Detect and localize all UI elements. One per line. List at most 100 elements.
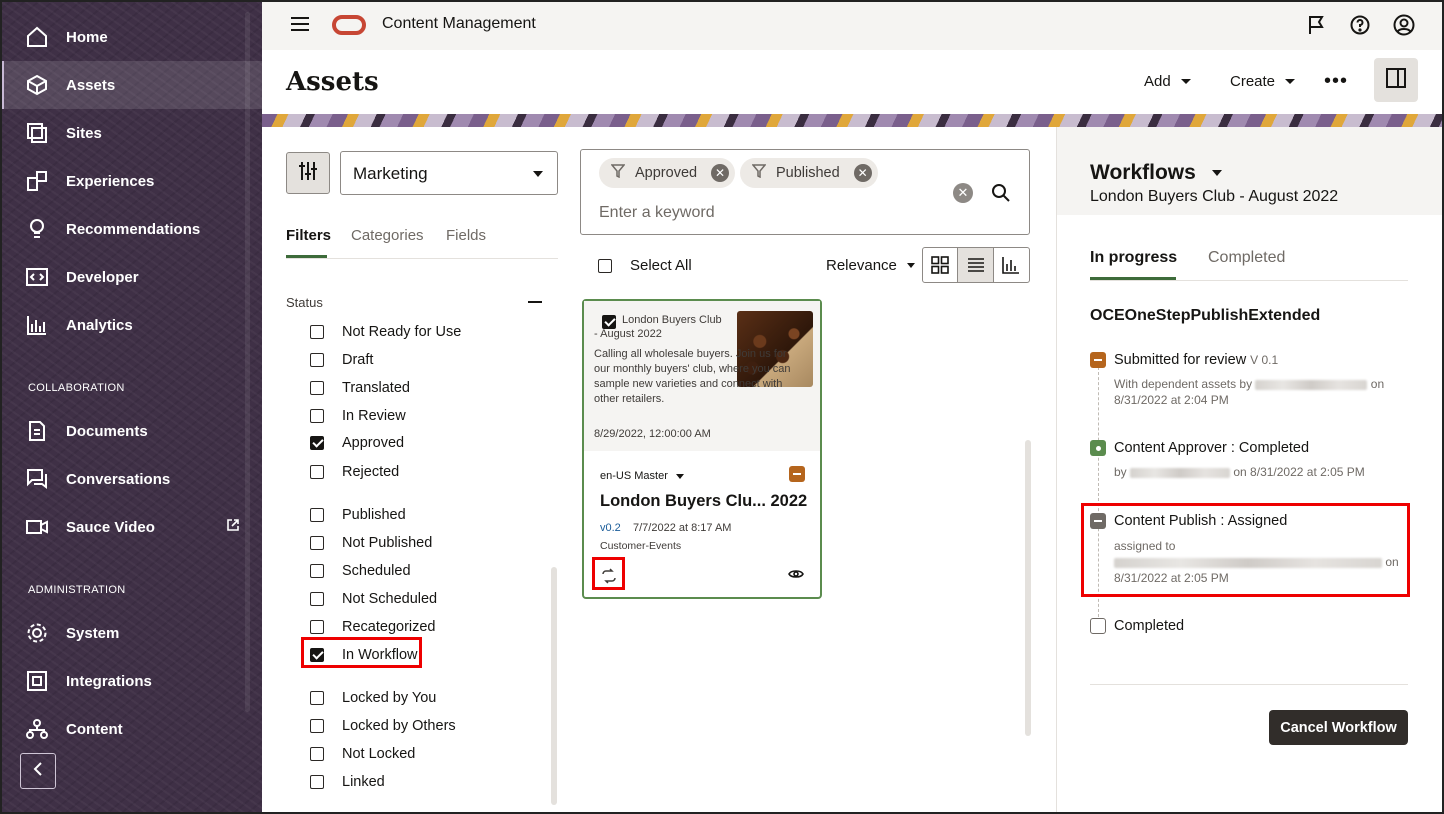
create-button[interactable]: Create: [1230, 73, 1296, 90]
language-select[interactable]: en-US Master: [600, 470, 684, 482]
asset-card[interactable]: London Buyers Club - August 2022 Calling…: [582, 299, 822, 599]
filter-option[interactable]: Draft: [310, 350, 373, 370]
filter-option[interactable]: Not Scheduled: [310, 589, 437, 609]
sidebar-item-conversations[interactable]: Conversations: [0, 455, 262, 503]
filter-option[interactable]: Rejected: [310, 462, 399, 482]
filter-option[interactable]: Published: [310, 505, 406, 525]
checkbox[interactable]: [310, 353, 324, 367]
sidebar-item-analytics[interactable]: Analytics: [0, 301, 262, 349]
user-avatar-icon[interactable]: [1392, 13, 1416, 37]
filter-option[interactable]: Not Published: [310, 533, 432, 553]
checkbox[interactable]: [310, 536, 324, 550]
checkbox[interactable]: [310, 747, 324, 761]
checkbox[interactable]: [310, 436, 324, 450]
tab-categories[interactable]: Categories: [351, 227, 424, 244]
sidebar-item-content[interactable]: Content: [0, 705, 262, 753]
tab-in-progress[interactable]: In progress: [1090, 249, 1177, 267]
results-scrollbar[interactable]: [1025, 440, 1031, 736]
list-view-button[interactable]: [958, 248, 994, 282]
top-bar: Content Management: [262, 0, 1444, 50]
card-title[interactable]: London Buyers Clu... 2022: [600, 492, 807, 511]
search-icon[interactable]: [991, 183, 1011, 208]
filter-option[interactable]: Linked: [310, 772, 385, 792]
remove-chip-icon[interactable]: ✕: [711, 164, 730, 182]
clear-search-icon[interactable]: ✕: [953, 183, 973, 203]
more-actions-button[interactable]: •••: [1324, 70, 1348, 93]
panel-right-icon: [1385, 67, 1407, 94]
filter-option[interactable]: Not Locked: [310, 744, 415, 764]
sidebar-item-home[interactable]: Home: [0, 13, 262, 61]
sidebar-item-recommendations[interactable]: Recommendations: [0, 205, 262, 253]
filter-option[interactable]: Approved: [310, 433, 404, 453]
checkbox[interactable]: [310, 592, 324, 606]
workflows-dropdown[interactable]: Workflows: [1090, 161, 1222, 185]
preview-eye-icon[interactable]: [788, 567, 804, 586]
tab-completed[interactable]: Completed: [1208, 249, 1285, 267]
sidebar-item-sites[interactable]: Sites: [0, 109, 262, 157]
cancel-workflow-button[interactable]: Cancel Workflow: [1269, 710, 1408, 745]
help-icon[interactable]: [1348, 13, 1372, 37]
select-all-checkbox[interactable]: Select All: [598, 257, 692, 274]
filter-option[interactable]: Recategorized: [310, 617, 436, 637]
repository-select[interactable]: Marketing: [340, 151, 558, 195]
filter-option[interactable]: Locked by You: [310, 688, 436, 708]
step-detail-text: on: [1370, 377, 1385, 391]
checkbox[interactable]: [598, 258, 612, 273]
checkbox[interactable]: [310, 691, 324, 705]
checkbox[interactable]: [310, 719, 324, 733]
filter-option[interactable]: In Workflow: [310, 645, 417, 665]
sidebar-item-integrations[interactable]: Integrations: [0, 657, 262, 705]
checkbox[interactable]: [310, 648, 324, 662]
hamburger-menu-icon[interactable]: [290, 15, 310, 38]
gear-icon: [26, 622, 48, 644]
add-button[interactable]: Add: [1144, 73, 1191, 90]
chevron-down-icon: [1211, 170, 1222, 176]
sidebar-item-documents[interactable]: Documents: [0, 407, 262, 455]
side-panel-toggle-button[interactable]: [1374, 58, 1418, 102]
sidebar-item-system[interactable]: System: [0, 609, 262, 657]
filter-option-label: Translated: [342, 380, 410, 396]
step-1-detail: With dependent assets by on 8/31/2022 at …: [1114, 376, 1384, 408]
asset-select-checkbox[interactable]: [602, 315, 616, 329]
flag-icon[interactable]: [1304, 13, 1328, 37]
filter-option[interactable]: Scheduled: [310, 561, 411, 581]
checkbox[interactable]: [310, 564, 324, 578]
step-detail-text: assigned to: [1114, 539, 1176, 553]
card-version[interactable]: v0.2: [600, 522, 621, 534]
remove-chip-icon[interactable]: ✕: [853, 164, 872, 182]
workflow-asset-name: London Buyers Club - August 2022: [1090, 188, 1339, 205]
funnel-icon: [751, 164, 767, 182]
sidebar-item-developer[interactable]: Developer: [0, 253, 262, 301]
page-header: Assets Add Create •••: [262, 50, 1444, 114]
collapse-sidebar-button[interactable]: [20, 753, 56, 789]
tab-filters[interactable]: Filters: [286, 227, 331, 244]
filter-option[interactable]: Locked by Others: [310, 716, 456, 736]
checkbox[interactable]: [310, 508, 324, 522]
sidebar-item-experiences[interactable]: Experiences: [0, 157, 262, 205]
filter-scrollbar[interactable]: [551, 567, 557, 805]
workflow-link-icon[interactable]: [600, 567, 618, 590]
sidebar-item-assets[interactable]: Assets: [0, 61, 262, 109]
filter-option[interactable]: In Review: [310, 406, 406, 426]
sort-select[interactable]: Relevance: [826, 257, 915, 274]
grid-view-button[interactable]: [923, 248, 959, 282]
step-not-started-icon: [1090, 618, 1106, 634]
analytics-view-button[interactable]: [994, 248, 1029, 282]
tab-fields[interactable]: Fields: [446, 227, 486, 244]
filter-option[interactable]: Translated: [310, 378, 410, 398]
checkbox[interactable]: [310, 381, 324, 395]
card-description: Calling all wholesale buyers. Join us fo…: [594, 348, 791, 405]
keyword-input[interactable]: [599, 204, 929, 222]
collapse-minus-icon[interactable]: [528, 301, 542, 303]
checkbox[interactable]: [310, 409, 324, 423]
checkbox[interactable]: [310, 620, 324, 634]
checkbox[interactable]: [310, 465, 324, 479]
checkbox[interactable]: [310, 325, 324, 339]
sidebar-item-sauce-video[interactable]: Sauce Video: [0, 503, 262, 551]
step-timestamp: 8/31/2022 at 2:04 PM: [1114, 393, 1229, 407]
filter-option[interactable]: Not Ready for Use: [310, 322, 461, 342]
filter-toggle-button[interactable]: [286, 152, 330, 194]
app-title: Content Management: [382, 15, 536, 32]
chevron-down-icon: [675, 473, 684, 479]
checkbox[interactable]: [310, 775, 324, 789]
